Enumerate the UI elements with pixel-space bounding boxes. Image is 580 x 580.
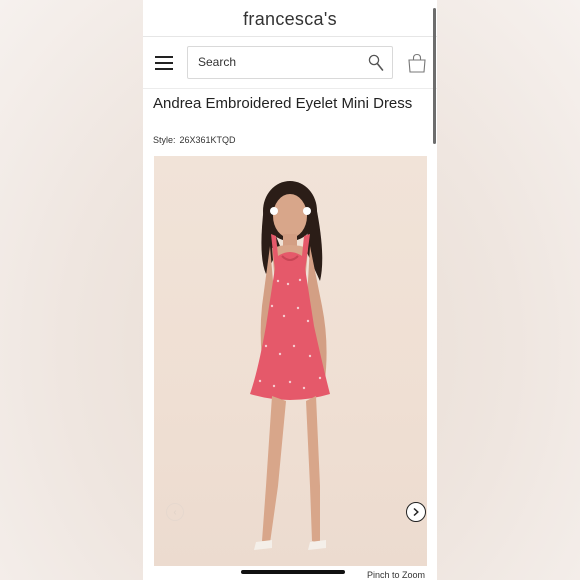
style-code: 26X361KTQD xyxy=(179,135,236,145)
search-box[interactable] xyxy=(187,46,393,79)
product-title: Andrea Embroidered Eyelet Mini Dress xyxy=(153,95,413,112)
shopping-bag-icon[interactable] xyxy=(407,53,427,73)
scrollbar[interactable] xyxy=(433,8,436,144)
product-image[interactable]: ‹ xyxy=(154,156,427,566)
hamburger-icon[interactable] xyxy=(155,56,173,70)
header-divider xyxy=(143,36,437,37)
phone-screen: francesca's Andrea Embroidered Eyelet Mi… xyxy=(143,0,437,580)
style-label: Style: xyxy=(153,135,176,145)
chevron-right-icon[interactable] xyxy=(406,502,426,522)
model-illustration xyxy=(250,181,330,550)
search-icon[interactable] xyxy=(368,54,384,72)
nav-divider xyxy=(143,88,437,89)
search-input[interactable] xyxy=(198,55,358,69)
pinch-to-zoom-hint: Pinch to Zoom xyxy=(367,570,426,580)
home-indicator xyxy=(241,570,345,574)
style-code-line: Style: 26X361KTQD xyxy=(153,135,236,145)
brand-logo[interactable]: francesca's xyxy=(143,9,437,30)
chevron-left-icon[interactable]: ‹ xyxy=(166,503,184,521)
